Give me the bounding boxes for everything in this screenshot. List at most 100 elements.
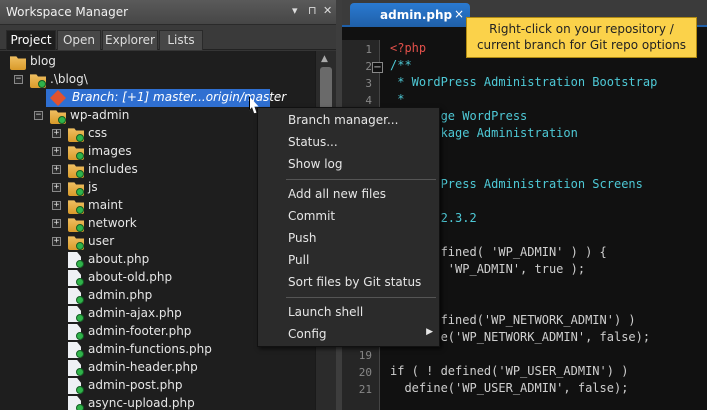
code-line: define('WP_USER_ADMIN', false); [390, 381, 629, 395]
code-line: /** [390, 58, 412, 72]
git-status-icon [38, 80, 46, 88]
tree-branch-item[interactable]: Branch: [+1] master...origin/master [46, 89, 286, 107]
git-status-icon [76, 314, 84, 322]
menu-separator [286, 179, 436, 180]
tree-item-label: admin-ajax.php [88, 306, 182, 320]
git-branch-icon [50, 90, 66, 106]
menu-item-sort-files-by-git-status[interactable]: Sort files by Git status [258, 272, 439, 294]
menu-item-label: Push [288, 231, 317, 245]
fold-toggle-icon[interactable]: − [372, 62, 383, 73]
line-number: 19 [358, 349, 372, 362]
git-status-icon [76, 224, 84, 232]
tree-item-label: maint [88, 198, 123, 212]
close-tab-icon[interactable]: × [454, 7, 464, 21]
menu-item-launch-shell[interactable]: Launch shell [258, 302, 439, 324]
git-status-icon [76, 260, 84, 268]
tree-item-label: css [88, 126, 108, 140]
code-line: <?php [390, 41, 427, 55]
line-number: 4 [365, 94, 372, 107]
menu-item-label: Show log [288, 157, 343, 171]
callout-line-1: Right-click on your repository / [489, 22, 674, 36]
menu-item-label: Launch shell [288, 305, 364, 319]
expand-icon[interactable]: + [52, 183, 61, 192]
tip-callout: Right-click on your repository / current… [466, 17, 697, 58]
expand-icon[interactable]: + [52, 147, 61, 156]
dropdown-icon[interactable]: ▾ [292, 4, 298, 17]
expand-icon[interactable]: + [52, 129, 61, 138]
tree-item-label: includes [88, 162, 138, 176]
tab-lists[interactable]: Lists [159, 30, 203, 50]
menu-item-add-all-new-files[interactable]: Add all new files [258, 184, 439, 206]
line-number: 20 [358, 366, 372, 379]
collapse-icon[interactable]: − [14, 75, 23, 84]
workspace-tabs: Project Open Explorer Lists [0, 25, 336, 50]
menu-item-status[interactable]: Status... [258, 132, 439, 154]
editor-tab-label: admin.php [380, 8, 453, 22]
menu-item-commit[interactable]: Commit [258, 206, 439, 228]
menu-item-label: Config [288, 327, 327, 341]
git-status-icon [76, 386, 84, 394]
git-status-icon [76, 242, 84, 250]
line-number: 1 [365, 43, 372, 56]
tree-file-admin-header[interactable]: admin-header.php [0, 359, 315, 377]
tab-open[interactable]: Open [57, 30, 101, 50]
tree-file-admin-post[interactable]: admin-post.php [0, 377, 315, 395]
menu-item-push[interactable]: Push [258, 228, 439, 250]
code-line: if ( ! defined('WP_USER_ADMIN') ) [390, 364, 629, 378]
line-number: 3 [365, 77, 372, 90]
tab-explorer[interactable]: Explorer [102, 30, 158, 50]
scroll-up-icon[interactable]: ▲ [321, 54, 328, 64]
menu-item-branch-manager[interactable]: Branch manager... [258, 110, 439, 132]
collapse-icon[interactable]: − [34, 111, 43, 120]
callout-line-2: current branch for Git repo options [476, 38, 687, 52]
line-number: 2 [365, 60, 372, 73]
menu-item-config[interactable]: Config ▶ [258, 324, 439, 346]
tree-item-label: js [88, 180, 98, 194]
workspace-titlebar: Workspace Manager ▾ ⊓ ✕ [0, 0, 336, 25]
tree-repo-blog[interactable]: − .\blog\ [0, 71, 315, 89]
expand-icon[interactable]: + [52, 165, 61, 174]
git-status-icon [76, 332, 84, 340]
tab-admin-php[interactable]: admin.php × [350, 3, 470, 27]
git-status-icon [76, 368, 84, 376]
menu-item-label: Add all new files [288, 187, 387, 201]
git-status-icon [76, 152, 84, 160]
menu-item-label: Branch manager... [288, 113, 399, 127]
git-status-icon [58, 116, 66, 124]
tree-root-blog[interactable]: blog [0, 53, 315, 71]
git-status-icon [76, 296, 84, 304]
menu-item-label: Sort files by Git status [288, 275, 422, 289]
pin-icon[interactable]: ⊓ [308, 4, 317, 17]
tab-project[interactable]: Project [6, 30, 56, 50]
git-status-icon [76, 278, 84, 286]
expand-icon[interactable]: + [52, 219, 61, 228]
expand-icon[interactable]: + [52, 237, 61, 246]
submenu-arrow-icon: ▶ [426, 327, 433, 337]
git-status-icon [76, 134, 84, 142]
menu-item-label: Commit [288, 209, 336, 223]
tree-item-label: admin-post.php [88, 378, 183, 392]
git-status-icon [76, 170, 84, 178]
git-status-icon [76, 206, 84, 214]
tree-file-async-upload[interactable]: async-upload.php [0, 395, 315, 410]
tree-item-label: about-old.php [88, 270, 173, 284]
tree-item-label: wp-admin [70, 108, 130, 122]
code-line: * [390, 92, 405, 106]
tree-item-label: admin.php [88, 288, 153, 302]
tree-item-label: async-upload.php [88, 396, 195, 410]
line-number: 21 [358, 383, 372, 396]
tree-item-label: admin-functions.php [88, 342, 212, 356]
menu-item-show-log[interactable]: Show log [258, 154, 439, 176]
expand-icon[interactable]: + [52, 201, 61, 210]
git-status-icon [76, 404, 84, 410]
tree-item-label: blog [30, 54, 56, 68]
tree-item-label: admin-footer.php [88, 324, 192, 338]
menu-item-pull[interactable]: Pull [258, 250, 439, 272]
tree-item-label: images [88, 144, 132, 158]
close-icon[interactable]: ✕ [323, 4, 332, 17]
folder-icon [10, 56, 26, 70]
git-status-icon [76, 350, 84, 358]
git-status-icon [76, 188, 84, 196]
menu-item-label: Status... [288, 135, 338, 149]
git-context-menu: Branch manager... Status... Show log Add al… [257, 107, 440, 347]
